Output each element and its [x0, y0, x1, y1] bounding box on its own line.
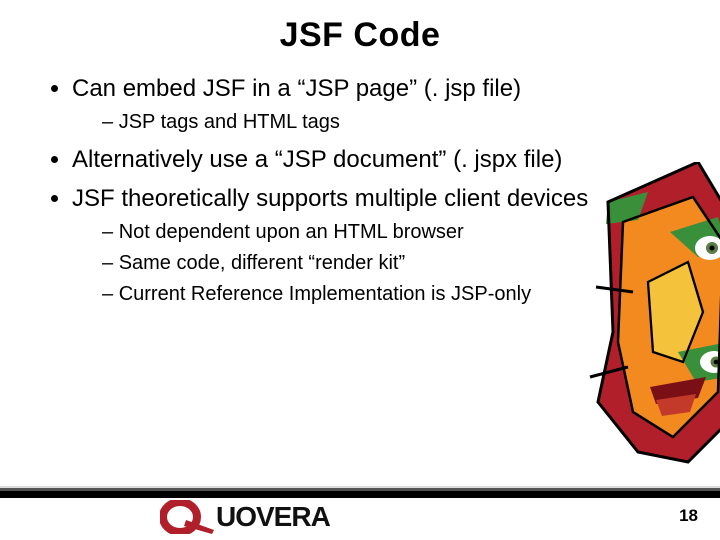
- sub-bullet-item: JSP tags and HTML tags: [102, 109, 602, 136]
- footer-stripe: [0, 491, 720, 498]
- sub-bullet-item: Same code, different “render kit”: [102, 250, 602, 277]
- logo-text: UOVERA: [216, 501, 330, 533]
- slide-content: Can embed JSF in a “JSP page” (. jsp fil…: [40, 73, 680, 308]
- sub-bullet-list: JSP tags and HTML tags: [72, 109, 632, 136]
- page-number: 18: [679, 506, 698, 526]
- bullet-text: JSF theoretically supports multiple clie…: [72, 185, 588, 212]
- bullet-text: Alternatively use a “JSP document” (. js…: [72, 146, 562, 173]
- bullet-item: JSF theoretically supports multiple clie…: [72, 183, 632, 308]
- bullet-item: Alternatively use a “JSP document” (. js…: [72, 144, 632, 176]
- logo-q-icon: [160, 500, 214, 534]
- sub-bullet-list: Not dependent upon an HTML browser Same …: [72, 219, 632, 308]
- slide: JSF Code Can embed JSF in a “JSP page” (…: [0, 0, 720, 540]
- sub-bullet-item: Not dependent upon an HTML browser: [102, 219, 602, 246]
- slide-title: JSF Code: [40, 16, 680, 55]
- bullet-item: Can embed JSF in a “JSP page” (. jsp fil…: [72, 73, 632, 136]
- bullet-list: Can embed JSF in a “JSP page” (. jsp fil…: [40, 73, 680, 308]
- sub-bullet-item: Current Reference Implementation is JSP-…: [102, 281, 602, 308]
- footer-bar: [0, 486, 720, 498]
- logo: UOVERA: [160, 500, 330, 534]
- bullet-text: Can embed JSF in a “JSP page” (. jsp fil…: [72, 75, 521, 102]
